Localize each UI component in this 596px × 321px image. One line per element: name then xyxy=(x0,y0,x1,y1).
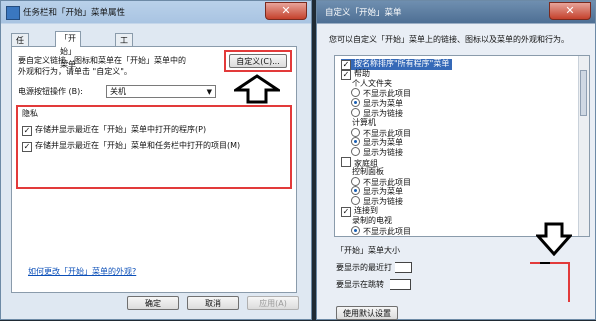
radio-unselected-icon[interactable] xyxy=(351,108,360,117)
privacy-option-programs-label: 存储并显示最近在「开始」菜单中打开的程序(P) xyxy=(35,125,207,134)
window-title: 任务栏和「开始」菜单属性 xyxy=(23,8,126,18)
radio-unselected-icon[interactable] xyxy=(351,176,360,186)
list-item[interactable]: 不显示此项目 xyxy=(351,225,411,236)
list-item-label: 录制的电视 xyxy=(352,215,392,225)
list-item-label: 计算机 xyxy=(352,117,376,127)
privacy-option-programs[interactable]: ✓ 存储并显示最近在「开始」菜单中打开的程序(P) xyxy=(22,124,206,136)
list-item-label: 显示为菜单 xyxy=(363,187,403,197)
radio-selected-icon[interactable] xyxy=(351,137,360,147)
tab-toolbars[interactable]: 工具栏 xyxy=(115,33,133,71)
intro-text: 您可以自定义「开始」菜单上的链接、图标以及菜单的外观和行为。 xyxy=(329,35,569,44)
red-highlight-box xyxy=(530,262,570,302)
window-title: 自定义「开始」菜单 xyxy=(325,8,402,18)
title-bar[interactable]: 任务栏和「开始」菜单属性 ✕ xyxy=(1,1,311,23)
tab-start-menu[interactable]: 「开始」菜单 xyxy=(55,31,81,69)
power-button-value: 关机 xyxy=(110,87,126,96)
power-button-select[interactable]: 关机 ▼ xyxy=(106,85,216,98)
start-menu-options-list[interactable]: ✓ 按名称排序"所有程序"菜单 ✓ 帮助 个人文件夹 不显示此项目 显示为菜单 显示为链接 计算… xyxy=(334,55,590,237)
folder-icon xyxy=(341,79,349,87)
list-item-label: 显示为链接 xyxy=(363,109,403,118)
help-link[interactable]: 如何更改「开始」菜单的外观? xyxy=(28,266,136,277)
list-item-label: 不显示此项目 xyxy=(363,89,411,99)
list-item-label: 显示为链接 xyxy=(363,197,403,207)
list-item-label: 帮助 xyxy=(354,68,370,78)
use-default-settings-button[interactable]: 使用默认设置 xyxy=(336,306,398,320)
radio-unselected-icon[interactable] xyxy=(351,88,360,98)
radio-unselected-icon[interactable] xyxy=(351,196,360,206)
list-item-label: 显示为菜单 xyxy=(363,138,403,148)
privacy-option-items-label: 存储并显示最近在「开始」菜单和任务栏中打开的项目(M) xyxy=(35,141,241,150)
checkbox-unchecked-icon[interactable] xyxy=(341,157,351,167)
folder-icon xyxy=(341,167,349,175)
radio-selected-icon[interactable] xyxy=(351,98,360,108)
checkbox-checked-icon[interactable]: ✓ xyxy=(22,126,32,136)
close-button[interactable]: ✕ xyxy=(265,2,307,20)
list-item-label: 不显示此项目 xyxy=(363,177,411,187)
ok-button[interactable]: 确定 xyxy=(127,296,179,310)
chevron-down-icon: ▼ xyxy=(206,88,212,96)
scrollbar-thumb[interactable] xyxy=(580,70,587,116)
list-item-label: 控制面板 xyxy=(352,166,384,176)
recent-programs-count-field[interactable] xyxy=(395,262,412,273)
value-marker xyxy=(540,262,550,264)
radio-unselected-icon[interactable] xyxy=(351,147,360,157)
description-line-1: 要自定义链接、图标和菜单在「开始」菜单中的 xyxy=(18,56,186,65)
up-arrow-annotation-icon xyxy=(234,74,280,104)
radio-selected-icon[interactable] xyxy=(351,225,360,235)
list-item-label: 显示为链接 xyxy=(363,148,403,158)
folder-icon xyxy=(341,118,349,126)
list-item: 录制的电视 xyxy=(341,216,392,226)
down-arrow-annotation-icon xyxy=(536,222,572,256)
radio-selected-icon[interactable] xyxy=(351,186,360,196)
list-item-label: 个人文件夹 xyxy=(352,78,392,88)
radio-unselected-icon[interactable] xyxy=(351,127,360,137)
close-button[interactable]: ✕ xyxy=(549,2,591,20)
recent-programs-label: 要显示的最近打 xyxy=(336,263,392,272)
privacy-option-items[interactable]: ✓ 存储并显示最近在「开始」菜单和任务栏中打开的项目(M) xyxy=(22,140,240,152)
privacy-group-title: 隐私 xyxy=(22,109,38,118)
list-item: 计算机 xyxy=(341,118,376,128)
tab-taskbar[interactable]: 任务栏 xyxy=(11,33,29,71)
start-menu-tab-panel: 要自定义链接、图标和菜单在「开始」菜单中的 外观和行为，请单击 "自定义"。 自… xyxy=(11,46,297,293)
window-app-icon xyxy=(6,6,20,20)
taskbar-start-menu-properties-window: 任务栏和「开始」菜单属性 ✕ 任务栏 「开始」菜单 工具栏 要自定义链接、图标和… xyxy=(0,0,312,320)
list-item-label: 连接到 xyxy=(354,206,378,215)
list-item: 控制面板 xyxy=(341,167,384,177)
title-bar[interactable]: 自定义「开始」菜单 ✕ xyxy=(317,1,595,23)
customize-button[interactable]: 自定义(C)... xyxy=(229,54,287,68)
list-item-label: 按名称排序"所有程序"菜单 xyxy=(354,59,450,68)
list-item-label: 显示为菜单 xyxy=(363,99,403,109)
list-item: 个人文件夹 xyxy=(341,79,392,89)
folder-icon xyxy=(341,216,349,224)
list-item-label: 不显示此项目 xyxy=(363,226,411,236)
cancel-button[interactable]: 取消 xyxy=(187,296,239,310)
list-item-label: 不显示此项目 xyxy=(363,128,411,138)
apply-button[interactable]: 应用(A) xyxy=(247,296,299,310)
power-button-label: 电源按钮操作 (B): xyxy=(18,87,83,96)
vertical-scrollbar[interactable] xyxy=(578,56,589,236)
start-menu-size-heading: 「开始」菜单大小 xyxy=(336,246,400,255)
jumplist-items-label: 要显示在跳转 xyxy=(336,280,384,289)
checkbox-checked-icon[interactable]: ✓ xyxy=(22,142,32,152)
jumplist-count-field[interactable] xyxy=(390,279,411,290)
